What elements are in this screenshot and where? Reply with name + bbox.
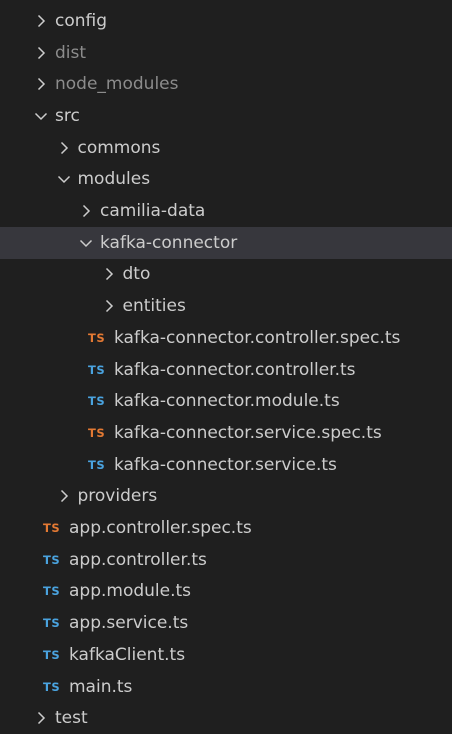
tree-item-label: providers	[77, 486, 158, 507]
folder-item-dist[interactable]: dist	[0, 37, 452, 69]
typescript-file-icon: TS	[43, 616, 61, 631]
typescript-file-icon: TS	[43, 552, 61, 567]
file-item-kafka-connector-service-spec-ts[interactable]: TS kafka-connector.service.spec.ts	[0, 417, 452, 449]
tree-item-label: test	[55, 708, 88, 729]
folder-item-test[interactable]: test	[0, 702, 452, 734]
tree-item-label: src	[55, 105, 80, 126]
typescript-file-icon: TS	[43, 584, 61, 599]
folder-item-modules[interactable]: modules	[0, 164, 452, 196]
tree-item-label: app.controller.ts	[69, 549, 207, 570]
folder-item-providers[interactable]: providers	[0, 481, 452, 513]
typescript-file-icon: TS	[88, 330, 106, 345]
chevron-right-icon	[33, 76, 49, 92]
tree-item-label: kafka-connector.controller.spec.ts	[114, 327, 401, 348]
chevron-right-icon	[101, 266, 117, 282]
tree-item-label: modules	[77, 169, 151, 190]
chevron-right-icon	[78, 203, 94, 219]
chevron-right-icon	[101, 298, 117, 314]
folder-item-node-modules[interactable]: node_modules	[0, 68, 452, 100]
tree-item-label: app.controller.spec.ts	[69, 518, 252, 539]
typescript-file-icon: TS	[88, 394, 106, 409]
folder-item-commons[interactable]: commons	[0, 132, 452, 164]
tree-item-label: camilia-data	[100, 201, 206, 222]
file-item-kafkaclient-ts[interactable]: TS kafkaClient.ts	[0, 639, 452, 671]
tree-item-label: kafkaClient.ts	[69, 644, 186, 665]
file-item-kafka-connector-controller-spec-ts[interactable]: TS kafka-connector.controller.spec.ts	[0, 322, 452, 354]
tree-item-label: kafka-connector.module.ts	[114, 391, 340, 412]
file-item-kafka-connector-service-ts[interactable]: TS kafka-connector.service.ts	[0, 449, 452, 481]
tree-item-label: config	[55, 10, 108, 31]
folder-item-config[interactable]: config	[0, 5, 452, 37]
folder-item-dto[interactable]: dto	[0, 259, 452, 291]
tree-item-label: kafka-connector.controller.ts	[114, 359, 356, 380]
typescript-file-icon: TS	[43, 521, 61, 536]
chevron-down-icon	[56, 171, 72, 187]
folder-item-entities[interactable]: entities	[0, 290, 452, 322]
file-item-app-module-ts[interactable]: TS app.module.ts	[0, 576, 452, 608]
tree-item-label: app.service.ts	[69, 613, 189, 634]
folder-item-camilia-data[interactable]: camilia-data	[0, 195, 452, 227]
typescript-file-icon: TS	[88, 457, 106, 472]
file-item-app-service-ts[interactable]: TS app.service.ts	[0, 607, 452, 639]
file-item-kafka-connector-controller-ts[interactable]: TS kafka-connector.controller.ts	[0, 354, 452, 386]
chevron-down-icon	[33, 108, 49, 124]
file-item-app-controller-spec-ts[interactable]: TS app.controller.spec.ts	[0, 512, 452, 544]
file-explorer-tree: config dist node_modulessrc commons modules c…	[0, 0, 452, 728]
typescript-file-icon: TS	[43, 679, 61, 694]
tree-item-label: node_modules	[55, 74, 179, 95]
typescript-file-icon: TS	[88, 362, 106, 377]
file-item-kafka-connector-module-ts[interactable]: TS kafka-connector.module.ts	[0, 385, 452, 417]
tree-item-label: app.module.ts	[69, 581, 192, 602]
folder-item-src[interactable]: src	[0, 100, 452, 132]
chevron-right-icon	[33, 45, 49, 61]
tree-item-label: kafka-connector.service.ts	[114, 454, 337, 475]
file-item-app-controller-ts[interactable]: TS app.controller.ts	[0, 544, 452, 576]
chevron-right-icon	[56, 488, 72, 504]
tree-item-label: main.ts	[69, 676, 133, 697]
typescript-file-icon: TS	[88, 425, 106, 440]
tree-item-label: dist	[55, 42, 87, 63]
chevron-right-icon	[33, 13, 49, 29]
typescript-file-icon: TS	[43, 647, 61, 662]
tree-item-label: dto	[122, 264, 151, 285]
chevron-right-icon	[56, 140, 72, 156]
tree-item-label: kafka-connector	[100, 232, 238, 253]
folder-item-kafka-connector[interactable]: kafka-connector	[0, 226, 452, 259]
file-item-main-ts[interactable]: TS main.ts	[0, 671, 452, 703]
tree-item-label: kafka-connector.service.spec.ts	[114, 422, 382, 443]
chevron-right-icon	[33, 710, 49, 726]
tree-item-label: commons	[77, 137, 161, 158]
tree-item-label: entities	[122, 296, 186, 317]
chevron-down-icon	[78, 235, 94, 251]
